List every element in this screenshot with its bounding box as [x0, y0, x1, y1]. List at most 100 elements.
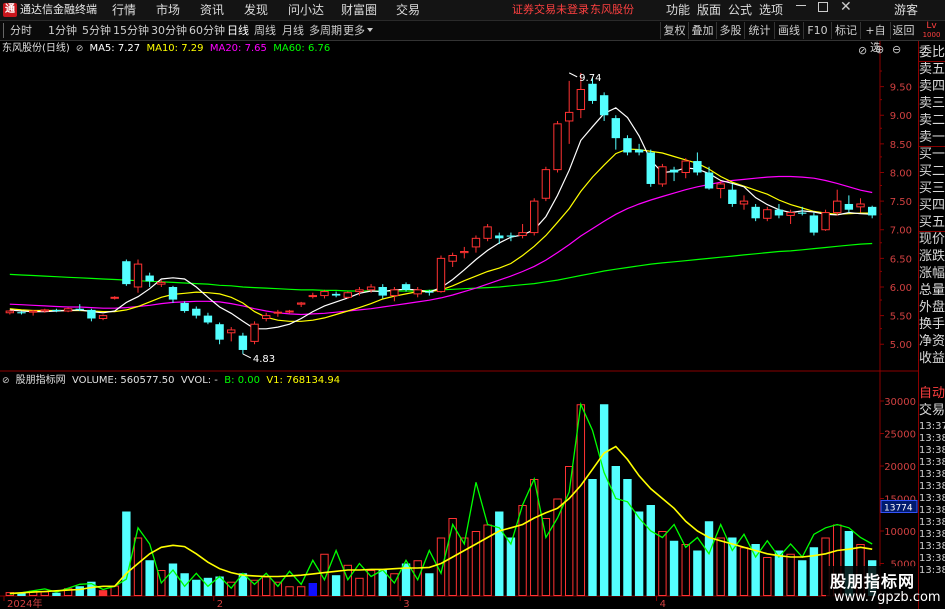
- volume-legend: ⊘ 股朋指标网 VOLUME: 560577.50 VVOL: - B: 0.0…: [2, 374, 340, 388]
- menu-trade[interactable]: 交易: [396, 0, 420, 20]
- period-monthly[interactable]: 月线: [282, 21, 304, 40]
- candle-body: [576, 88, 586, 111]
- menu-wealth[interactable]: 财富圈: [341, 0, 377, 20]
- candle-body: [378, 286, 387, 296]
- watermark-title: 股朋指标网: [830, 572, 916, 591]
- price-tick-label: 7.00: [890, 226, 912, 237]
- zoom-out-icon[interactable]: ⊖: [892, 43, 901, 56]
- level2-badge[interactable]: Lv 1000: [918, 22, 945, 40]
- period-30min[interactable]: 30分钟: [151, 21, 187, 40]
- period-more[interactable]: 更多: [343, 21, 365, 40]
- statistics-button[interactable]: 统计: [744, 22, 774, 39]
- candle-body: [704, 172, 714, 189]
- ma5-line: [9, 107, 873, 330]
- candle-body: [425, 291, 434, 293]
- candle-body: [355, 289, 364, 293]
- volume-bar: [704, 521, 714, 596]
- auto-label[interactable]: 自动: [919, 386, 945, 402]
- chevron-down-icon[interactable]: [367, 28, 373, 32]
- stock-title[interactable]: 东风股份(日线): [2, 43, 70, 54]
- minimize-icon[interactable]: [796, 5, 806, 6]
- quote-field-label: 买二: [919, 164, 945, 179]
- period-5min[interactable]: 5分钟: [82, 21, 111, 40]
- price-axis: 5.00 5.50 6.00 6.50 7.00 7.50 8.00 8.50 9.00 9.50…: [3, 70, 918, 609]
- menu-assistant[interactable]: 问小达: [288, 0, 324, 20]
- zoom-icon[interactable]: ⊕: [875, 43, 884, 56]
- candle-body: [40, 309, 49, 312]
- period-15min[interactable]: 15分钟: [113, 21, 149, 40]
- candle-body: [98, 315, 108, 319]
- quote-field-label: 外盘: [919, 300, 945, 315]
- legend-toggle-icon[interactable]: ⊘: [2, 376, 12, 386]
- candle-body: [343, 292, 352, 298]
- ma20-value: MA20: 7.65: [209, 43, 267, 54]
- candle-body: [681, 160, 690, 173]
- close-icon[interactable]: ✕: [840, 0, 852, 15]
- menu-markets[interactable]: 市场: [156, 0, 180, 20]
- candle-body: [157, 281, 166, 285]
- draw-line-button[interactable]: 画线: [774, 22, 803, 39]
- kline-chart[interactable]: 5.00 5.50 6.00 6.50 7.00 7.50 8.00 8.50 9.00 9.50…: [0, 41, 945, 609]
- quote-field-label: 收益: [919, 351, 945, 366]
- menu-formula[interactable]: 公式: [728, 0, 752, 20]
- candle-body: [588, 83, 597, 101]
- menu-layout[interactable]: 版面: [697, 0, 721, 20]
- login-notice[interactable]: 证券交易未登录: [512, 0, 589, 20]
- restore-icon[interactable]: [818, 2, 828, 12]
- volume-bar: [599, 404, 609, 596]
- indicator-name[interactable]: 股朋指标网: [16, 375, 66, 386]
- date-tick-label: 4: [660, 599, 666, 609]
- candle-body: [553, 123, 562, 171]
- volume-bar: [308, 583, 318, 596]
- back-button[interactable]: 返回: [890, 22, 916, 39]
- menu-options[interactable]: 选项: [759, 0, 783, 20]
- candle-body: [821, 212, 830, 231]
- price-tick-label: 9.00: [890, 111, 912, 122]
- quote-field-label: 卖一: [919, 130, 945, 145]
- f10-button[interactable]: F10: [803, 22, 831, 39]
- volume-bar: [681, 544, 690, 596]
- volume-bar: [168, 563, 178, 596]
- quote-field-label: 卖五: [919, 62, 945, 77]
- volume-bar: [623, 479, 632, 596]
- tick-time: 13:38: [919, 529, 945, 540]
- trade-label[interactable]: 交易: [919, 403, 945, 419]
- overlay-button[interactable]: 叠加: [688, 22, 716, 39]
- menu-functions[interactable]: 功能: [666, 0, 690, 20]
- volume-bar: [564, 466, 574, 596]
- annotation-pointer: [242, 353, 252, 359]
- menu-discover[interactable]: 发现: [244, 0, 268, 20]
- add-watchlist-button[interactable]: +自选: [860, 22, 890, 54]
- mark-button[interactable]: 标记: [831, 22, 860, 39]
- period-daily[interactable]: 日线: [227, 21, 249, 40]
- quote-field-label: 买三: [919, 181, 945, 196]
- candle-body: [390, 289, 399, 297]
- volume-bar: [122, 511, 131, 596]
- candle-body: [110, 296, 119, 299]
- period-intraday[interactable]: 分时: [10, 21, 32, 40]
- adjust-button[interactable]: 复权: [660, 22, 688, 39]
- menu-news[interactable]: 资讯: [200, 0, 224, 20]
- period-weekly[interactable]: 周线: [254, 21, 276, 40]
- multi-stock-button[interactable]: 多股: [716, 22, 744, 39]
- tick-time: 13:37: [919, 421, 945, 432]
- settings-icon[interactable]: ⊘: [858, 44, 867, 57]
- legend-toggle-icon[interactable]: ⊘: [73, 44, 86, 54]
- ma5-value: MA5: 7.27: [89, 43, 141, 54]
- period-multi[interactable]: 多周期: [309, 21, 342, 40]
- price-tick-label: 6.50: [890, 254, 912, 265]
- period-60min[interactable]: 60分钟: [189, 21, 225, 40]
- tick-time: 13:38: [919, 433, 945, 444]
- candle-body: [5, 310, 15, 314]
- volume-bar: [658, 531, 667, 596]
- guest-label[interactable]: 游客: [894, 0, 918, 20]
- volume-bar: [646, 505, 655, 596]
- menu-market[interactable]: 行情: [112, 0, 136, 20]
- candle-body: [285, 310, 294, 313]
- period-1min[interactable]: 1分钟: [48, 21, 77, 40]
- candle-body: [774, 209, 784, 216]
- candle-body: [856, 203, 865, 208]
- volume-tick-label: 10000: [884, 527, 916, 538]
- price-tick-label: 8.00: [890, 168, 912, 179]
- stock-name-title: 东风股份: [590, 3, 634, 16]
